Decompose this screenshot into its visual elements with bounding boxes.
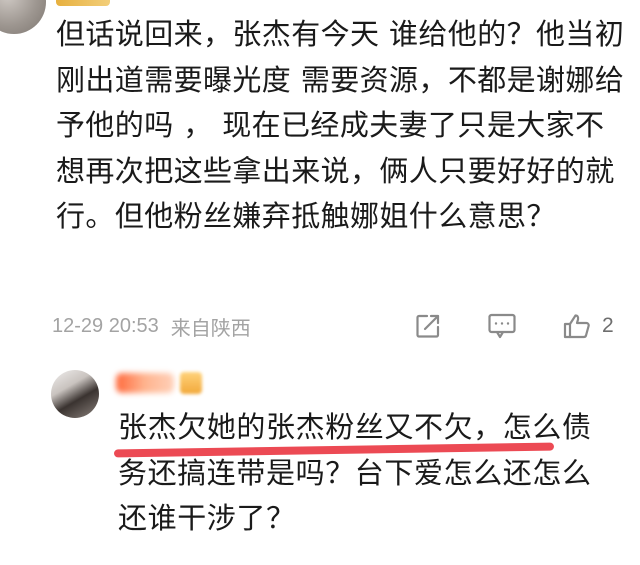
like-icon[interactable]	[562, 312, 592, 340]
comment-text: 但话说回来，张杰有今天 谁给他的？他当初刚出道需要曝光度 需要资源，不都是谢娜给…	[56, 17, 625, 233]
comment-location: 来自陕西	[170, 317, 251, 340]
top-username-blurred[interactable]	[56, 0, 110, 6]
top-avatar[interactable]	[0, 0, 46, 34]
comment-icon[interactable]	[487, 312, 517, 340]
comment-meta: 12-29 20:53 来自陕西	[52, 311, 251, 341]
username-blur	[116, 373, 174, 393]
reply-text: 张杰欠她的张杰粉丝又不欠，怎么债务还搞连带是吗？台下爱怎么还怎么还谁干涉了？	[118, 410, 592, 535]
comment-date: 12-29 20:53	[52, 314, 159, 337]
share-icon[interactable]	[413, 312, 443, 340]
like-count: 2	[602, 314, 614, 337]
reply-avatar[interactable]	[51, 370, 99, 418]
user-badge-icon	[180, 372, 202, 394]
reply-username-blurred[interactable]	[116, 372, 202, 394]
